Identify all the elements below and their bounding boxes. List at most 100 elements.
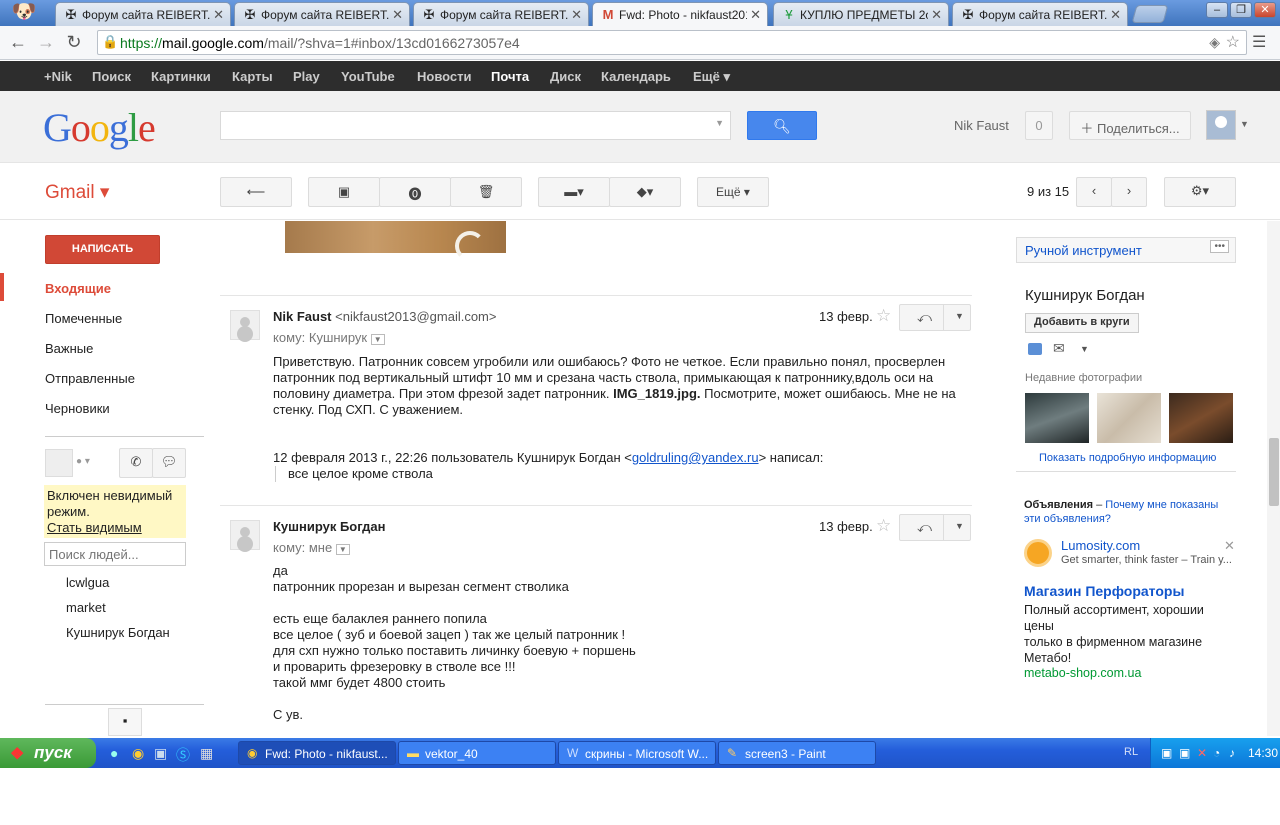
gbar-images[interactable]: Картинки bbox=[151, 69, 211, 84]
chevron-down-icon[interactable]: ▼ bbox=[370, 334, 385, 345]
forward-icon[interactable]: → bbox=[36, 32, 56, 53]
gbar-more[interactable]: Ещё ▾ bbox=[693, 69, 730, 85]
minimize-icon[interactable]: – bbox=[1206, 2, 1228, 18]
next-conversation-button[interactable]: › bbox=[1111, 177, 1147, 207]
contact-item[interactable]: Кушнирук Богдан bbox=[66, 625, 170, 640]
chevron-down-icon[interactable]: ▼ bbox=[955, 521, 964, 531]
quicklaunch-calc-icon[interactable]: ▦ bbox=[200, 745, 213, 762]
gbar-youtube[interactable]: YouTube bbox=[341, 69, 395, 84]
delete-button[interactable]: 🗑︎ bbox=[450, 177, 522, 207]
back-to-inbox-button[interactable]: ⟵ bbox=[220, 177, 292, 207]
settings-button[interactable]: ⚙▾ bbox=[1164, 177, 1236, 207]
gbar-news[interactable]: Новости bbox=[417, 69, 472, 84]
profile-avatar[interactable] bbox=[1206, 110, 1236, 140]
chevron-down-icon[interactable]: ▼ bbox=[955, 311, 964, 321]
star-icon[interactable]: ☆ bbox=[876, 516, 891, 536]
add-to-circles-button[interactable]: Добавить в круги bbox=[1025, 313, 1139, 333]
recent-photo[interactable] bbox=[1169, 393, 1233, 443]
quote-email-link[interactable]: goldruling@yandex.ru bbox=[632, 450, 759, 465]
nav-sent[interactable]: Отправленные bbox=[45, 371, 135, 386]
tray-network-icon[interactable]: ▣ bbox=[1161, 746, 1172, 760]
reload-icon[interactable]: ↻ bbox=[64, 32, 84, 53]
gbar-play[interactable]: Play bbox=[293, 69, 320, 84]
show-details-link[interactable]: Показать подробную информацию bbox=[1039, 452, 1216, 464]
quicklaunch-globe-icon[interactable]: ● bbox=[110, 745, 118, 761]
back-icon[interactable]: ← bbox=[8, 32, 28, 53]
quicklaunch-app-icon[interactable]: ▣ bbox=[154, 745, 167, 762]
ad2-title[interactable]: Магазин Перфораторы bbox=[1024, 583, 1184, 599]
search-input[interactable]: ▼ bbox=[220, 111, 731, 140]
recent-photo[interactable] bbox=[1097, 393, 1161, 443]
call-phone-button[interactable]: ✆ bbox=[119, 448, 153, 478]
message-recipients[interactable]: кому: мне ▼ bbox=[273, 540, 350, 555]
wrench-menu-icon[interactable]: ☰ bbox=[1252, 32, 1266, 52]
tab-4-active[interactable]: M Fwd: Photo - nikfaust201 ✕ bbox=[592, 2, 768, 26]
task-word[interactable]: Wскрины - Microsoft W... bbox=[558, 741, 716, 765]
people-search-input[interactable] bbox=[44, 542, 186, 566]
bookmark-star-icon[interactable]: ☆ bbox=[1226, 32, 1240, 52]
nav-inbox[interactable]: Входящие bbox=[45, 281, 111, 296]
user-name[interactable]: Nik Faust bbox=[954, 118, 1009, 133]
more-dots-icon[interactable]: ••• bbox=[1210, 240, 1229, 253]
tab-6[interactable]: ✠ Форум сайта REIBERT.inf ✕ bbox=[952, 2, 1128, 26]
compose-button[interactable]: НАПИСАТЬ bbox=[45, 235, 160, 264]
chat-button[interactable]: 💬︎ bbox=[152, 448, 186, 478]
task-chrome[interactable]: ◉ Fwd: Photo - nikfaust... bbox=[238, 741, 396, 765]
chevron-down-icon[interactable]: ▼ bbox=[1080, 344, 1089, 354]
become-visible-link[interactable]: Стать видимым bbox=[47, 520, 142, 535]
google-logo[interactable]: Google bbox=[43, 104, 156, 151]
chevron-down-icon[interactable]: ▼ bbox=[335, 544, 350, 555]
browser-profile-icon[interactable]: 🐶 bbox=[6, 0, 42, 24]
task-folder[interactable]: ▬ vektor_40 bbox=[398, 741, 556, 765]
extension-icon[interactable]: ◈ bbox=[1209, 34, 1220, 51]
language-indicator[interactable]: RL bbox=[1124, 746, 1138, 758]
search-button[interactable]: 🔍︎ bbox=[747, 111, 817, 140]
gmail-menu[interactable]: Gmail ▾ bbox=[45, 181, 109, 204]
archive-button[interactable]: ▣ bbox=[308, 177, 380, 207]
close-icon[interactable]: ✕ bbox=[750, 7, 761, 23]
attachment-link[interactable]: IMG_1819.jpg. bbox=[613, 386, 700, 401]
new-tab-button[interactable] bbox=[1131, 5, 1169, 23]
ad2-url[interactable]: metabo-shop.com.ua bbox=[1024, 666, 1141, 680]
notifications-count[interactable]: 0 bbox=[1025, 111, 1053, 140]
contact-item[interactable]: market bbox=[66, 600, 106, 615]
gbar-calendar[interactable]: Календарь bbox=[601, 69, 671, 84]
tab-5[interactable]: Ұ КУПЛЮ ПРЕДМЕТЫ 2ой ✕ bbox=[773, 2, 949, 26]
nav-starred[interactable]: Помеченные bbox=[45, 311, 122, 326]
ad1-title[interactable]: Lumosity.com bbox=[1061, 538, 1140, 553]
quicklaunch-chrome-icon[interactable]: ◉ bbox=[132, 745, 144, 762]
contact-item[interactable]: lcwlgua bbox=[66, 575, 109, 590]
tray-disconnected-icon[interactable]: ✕ bbox=[1197, 746, 1207, 760]
chevron-down-icon[interactable]: ▼ bbox=[1240, 119, 1249, 129]
chat-toggle-button[interactable]: ▪ bbox=[108, 708, 142, 736]
gbar-search[interactable]: Поиск bbox=[92, 69, 131, 84]
address-bar[interactable]: 🔒 https://mail.google.com/mail/?shva=1#i… bbox=[97, 30, 1247, 55]
gbar-plus-nik[interactable]: +Nik bbox=[44, 69, 72, 84]
close-icon[interactable]: ✕ bbox=[1110, 7, 1121, 23]
message-recipients[interactable]: кому: Кушнирук ▼ bbox=[273, 330, 385, 345]
status-dropdown[interactable]: ● ▾ bbox=[76, 456, 90, 467]
star-icon[interactable]: ☆ bbox=[876, 306, 891, 326]
restore-icon[interactable]: ❐ bbox=[1230, 2, 1252, 18]
gbar-mail[interactable]: Почта bbox=[491, 69, 529, 84]
labels-button[interactable]: ◆▾ bbox=[609, 177, 681, 207]
quicklaunch-skype-icon[interactable]: Ⓢ bbox=[176, 745, 190, 765]
tray-app-icon[interactable]: ◔ bbox=[1213, 746, 1220, 760]
gbar-drive[interactable]: Диск bbox=[550, 69, 581, 84]
nav-drafts[interactable]: Черновики bbox=[45, 401, 110, 416]
start-button[interactable]: ❖ пуск bbox=[0, 738, 96, 768]
search-options-icon[interactable]: ▼ bbox=[715, 118, 724, 128]
close-icon[interactable]: ✕ bbox=[571, 7, 582, 23]
tray-network-icon[interactable]: ▣ bbox=[1179, 746, 1190, 760]
prev-conversation-button[interactable]: ‹ bbox=[1076, 177, 1112, 207]
photo-preview[interactable] bbox=[285, 221, 506, 261]
close-icon[interactable]: ✕ bbox=[931, 7, 942, 23]
chat-bubble-icon[interactable] bbox=[1028, 343, 1042, 355]
task-paint[interactable]: ✎ screen3 - Paint bbox=[718, 741, 876, 765]
tray-volume-icon[interactable]: ♪ bbox=[1229, 746, 1235, 760]
tool-header[interactable]: Ручной инструмент ••• bbox=[1016, 237, 1236, 263]
more-actions-button[interactable]: Ещё ▾ bbox=[697, 177, 769, 207]
scrollbar-thumb[interactable] bbox=[1269, 438, 1279, 506]
reply-button[interactable]: ⤺ ▼ bbox=[899, 514, 971, 541]
close-window-icon[interactable]: ✕ bbox=[1254, 2, 1276, 18]
